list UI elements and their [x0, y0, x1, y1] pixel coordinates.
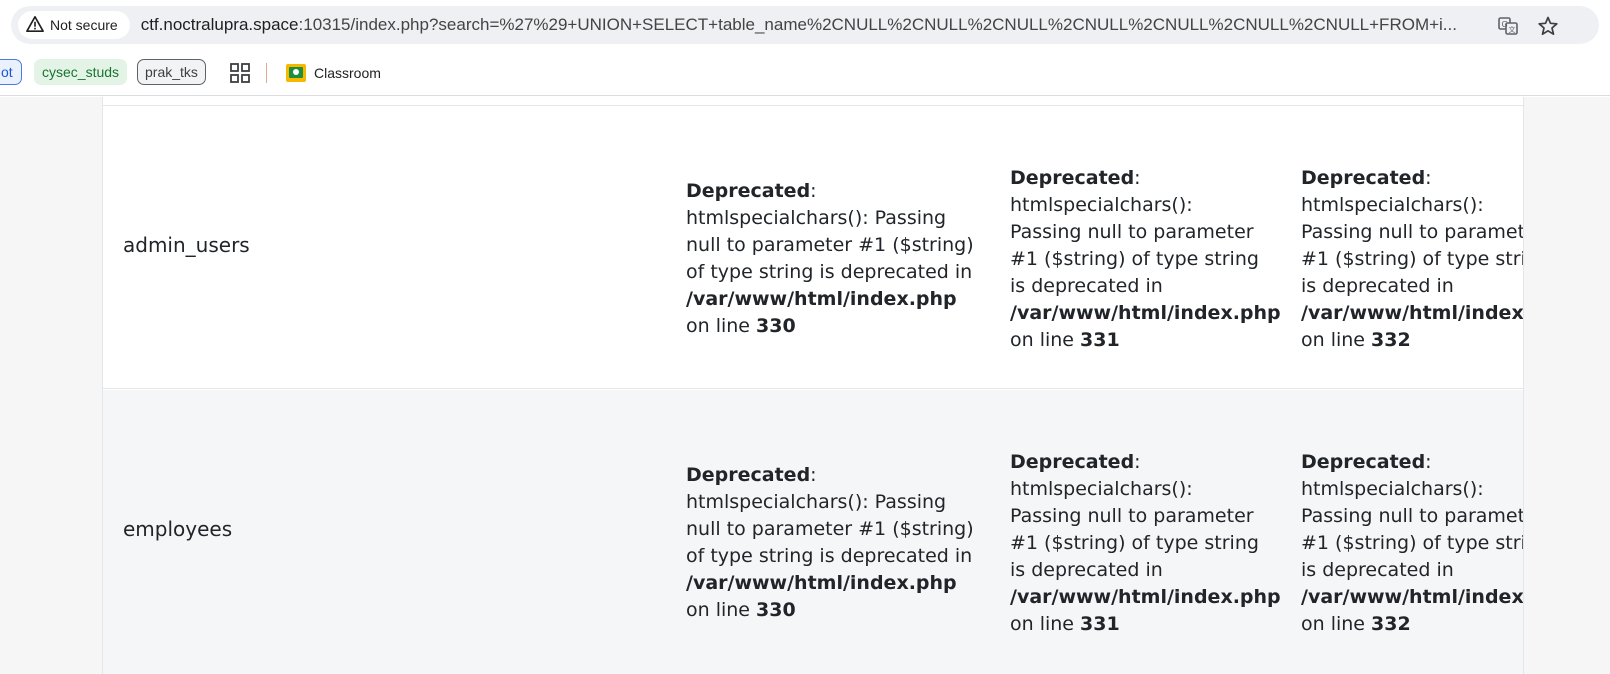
deprecation-warning: Deprecated: htmlspecialchars(): Passing …: [1010, 451, 1281, 635]
svg-text:G: G: [1502, 20, 1508, 29]
svg-text:文: 文: [1509, 25, 1516, 34]
url-text[interactable]: ctf.noctralupra.space:10315/index.php?se…: [141, 15, 1511, 35]
bookmark-group-prak[interactable]: prak_tks: [137, 59, 206, 85]
warning-icon: [26, 15, 44, 36]
bookmark-group-cysec[interactable]: cysec_studs: [34, 59, 128, 85]
table-row: employees Deprecated: htmlspecialchars()…: [103, 390, 1524, 674]
deprecation-warning: Deprecated: htmlspecialchars(): Passing …: [686, 464, 974, 621]
security-label: Not secure: [50, 17, 118, 33]
page-content: admin_users Deprecated: htmlspecialchars…: [0, 97, 1610, 674]
deprecation-warning: Deprecated: htmlspecialchars(): Passing …: [686, 180, 974, 337]
bookmark-classroom-label: Classroom: [314, 65, 381, 81]
bookmark-star-icon[interactable]: [1537, 15, 1559, 37]
deprecation-warning: Deprecated: htmlspecialchars(): Passing …: [1301, 451, 1524, 635]
deprecation-warning: Deprecated: htmlspecialchars(): Passing …: [1010, 167, 1281, 351]
url-path: :10315/index.php?search=%27%29+UNION+SEL…: [298, 15, 1457, 34]
apps-grid-icon[interactable]: [229, 62, 251, 84]
translate-icon[interactable]: G文: [1497, 15, 1519, 37]
bookmark-classroom[interactable]: Classroom: [286, 61, 381, 85]
security-indicator[interactable]: Not secure: [18, 11, 130, 39]
address-bar[interactable]: Not secure ctf.noctralupra.space:10315/i…: [11, 6, 1599, 44]
bookmark-separator: [266, 63, 267, 83]
results-table: admin_users Deprecated: htmlspecialchars…: [102, 97, 1524, 674]
table-row: admin_users Deprecated: htmlspecialchars…: [103, 106, 1524, 389]
url-host: ctf.noctralupra.space: [140, 15, 299, 34]
bookmarks-bar: ot cysec_studs prak_tks Classroom: [0, 50, 1610, 96]
bookmark-group-partial[interactable]: ot: [0, 59, 22, 85]
classroom-icon: [286, 64, 306, 82]
table-name-cell: admin_users: [123, 233, 250, 257]
table-name-cell: employees: [123, 517, 233, 541]
deprecation-warning: Deprecated: htmlspecialchars(): Passing …: [1301, 167, 1524, 351]
browser-toolbar: Not secure ctf.noctralupra.space:10315/i…: [0, 0, 1610, 50]
